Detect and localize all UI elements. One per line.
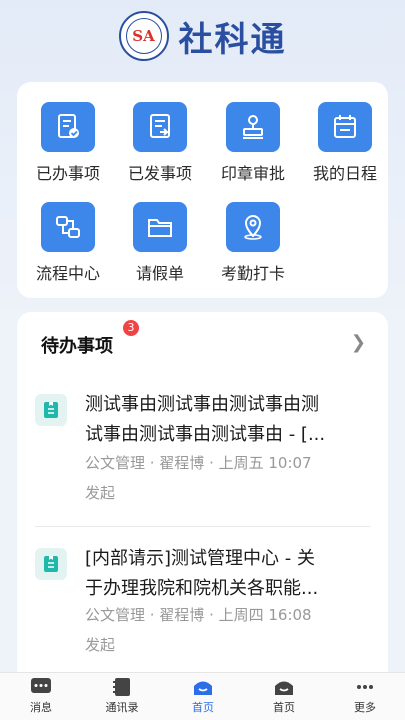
quick-action-label: 流程中心 (35, 264, 100, 283)
tab-label: 首页 (273, 701, 295, 714)
todo-list-item[interactable]: 测试事由测试事由测试事由测 试事由测试事由测试事由 - [... 公文管理 · … (35, 394, 375, 514)
quick-action-workflow-center[interactable]: 流程中心 (22, 202, 114, 292)
home-icon (194, 681, 212, 695)
quick-action-my-schedule[interactable]: 我的日程 (299, 102, 391, 192)
todo-item-meta: 公文管理 · 翟程博 · 上周五 10:07 发起 (85, 448, 367, 508)
quick-action-done-items[interactable]: 已办事项 (22, 102, 114, 192)
quick-action-leave-request[interactable]: 请假单 (114, 202, 206, 292)
folder-icon (133, 202, 187, 252)
quick-action-label: 考勤打卡 (220, 264, 285, 283)
message-icon (31, 678, 51, 693)
bottom-tab-bar: 消息 通讯录 首页 首页 更多 (0, 672, 405, 720)
document-icon (35, 548, 67, 580)
todo-item-title-line: 测试事由测试事由测试事由测 (85, 394, 319, 415)
quick-action-label: 已办事项 (35, 164, 100, 183)
chevron-right-icon[interactable]: ❯ (351, 332, 366, 353)
tab-home[interactable]: 首页 (249, 677, 319, 715)
todo-card: 待办事项 3 ❯ 测试事由测试事由测试事由测 试事由测试事由测试事由 - [..… (17, 312, 388, 692)
tab-label: 更多 (354, 701, 376, 714)
quick-action-label: 印章审批 (220, 164, 285, 183)
todo-count-badge: 3 (123, 320, 139, 336)
sent-document-icon (133, 102, 187, 152)
tab-messages[interactable]: 消息 (6, 677, 76, 715)
stamp-icon (226, 102, 280, 152)
divider (35, 526, 370, 527)
todo-item-meta-line: 发起 (85, 484, 116, 502)
institute-logo-icon: SA (118, 11, 169, 61)
tab-label: 消息 (30, 701, 52, 714)
todo-item-meta-line: 公文管理 · 翟程博 · 上周四 16:08 (85, 606, 312, 624)
document-icon (35, 394, 67, 426)
tab-label: 首页 (192, 701, 214, 714)
app-title: 社科通 (178, 19, 287, 60)
todo-item-title-line: [内部请示]测试管理中心 - 关 (85, 548, 315, 569)
location-pin-icon (226, 202, 280, 252)
todo-item-meta: 公文管理 · 翟程博 · 上周四 16:08 发起 (85, 600, 367, 660)
done-document-icon (41, 102, 95, 152)
home-icon (275, 681, 293, 695)
tab-more[interactable]: 更多 (330, 677, 400, 715)
quick-action-sent-items[interactable]: 已发事项 (114, 102, 206, 192)
quick-action-label: 我的日程 (312, 164, 377, 183)
app-header: SA 社科通 (0, 0, 405, 72)
contacts-icon (113, 678, 130, 696)
calendar-icon (318, 102, 372, 152)
quick-action-stamp-approval[interactable]: 印章审批 (207, 102, 299, 192)
tab-home-active[interactable]: 首页 (168, 677, 238, 715)
todo-item-meta-line: 公文管理 · 翟程博 · 上周五 10:07 (85, 454, 312, 472)
todo-title: 待办事项 (41, 336, 113, 357)
quick-action-label: 请假单 (135, 264, 184, 283)
todo-item-title: [内部请示]测试管理中心 - 关 于办理我院和院机关各职能... (85, 544, 367, 604)
todo-item-title: 测试事由测试事由测试事由测 试事由测试事由测试事由 - [... (85, 390, 367, 450)
todo-item-meta-line: 发起 (85, 636, 116, 654)
logo-text: SA (125, 18, 162, 54)
workflow-icon (41, 202, 95, 252)
more-icon (357, 685, 373, 689)
quick-action-label: 已发事项 (127, 164, 192, 183)
todo-item-title-line: 试事由测试事由测试事由 - [... (85, 424, 326, 445)
quick-actions-card: 已办事项 已发事项 印章审批 我的日程 流程中心 请假单 考勤打卡 (17, 82, 388, 298)
tab-contacts[interactable]: 通讯录 (87, 677, 157, 715)
tab-label: 通讯录 (105, 701, 139, 714)
todo-list-item[interactable]: [内部请示]测试管理中心 - 关 于办理我院和院机关各职能... 公文管理 · … (35, 548, 375, 668)
quick-action-attendance[interactable]: 考勤打卡 (207, 202, 299, 292)
